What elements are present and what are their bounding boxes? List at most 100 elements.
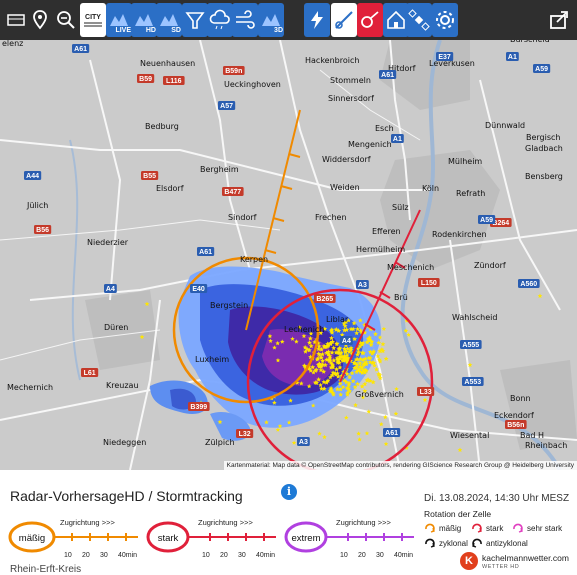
cyclonic-arrow-icon bbox=[425, 538, 435, 548]
city-label: Bergheim bbox=[200, 165, 239, 174]
rotation-arrow-icon bbox=[425, 523, 435, 533]
city-label: Bedburg bbox=[145, 122, 179, 131]
road-label: A59 bbox=[535, 66, 548, 73]
kachelmann-logo[interactable]: K bbox=[460, 552, 478, 570]
city-label: Widdersdorf bbox=[322, 155, 371, 164]
road-label: B56n bbox=[507, 422, 524, 429]
tick-label: 40min bbox=[394, 552, 414, 559]
toolbar-button-label: HD bbox=[145, 27, 156, 34]
lightning-button[interactable] bbox=[304, 3, 330, 37]
city-label: Mülheim bbox=[448, 157, 482, 166]
location-button[interactable] bbox=[27, 3, 53, 37]
road-label: A61 bbox=[74, 46, 87, 53]
road-label: B55 bbox=[143, 173, 156, 180]
wind-button[interactable] bbox=[232, 3, 258, 37]
tick-label: 40min bbox=[256, 552, 276, 559]
city-label-icon: CITY bbox=[84, 14, 102, 27]
city-label: elenz bbox=[2, 40, 23, 48]
direction-label: Zugrichtung >>> bbox=[60, 518, 115, 527]
legend-level-strong: stark Zugrichtung >>> 10 20 30 40min bbox=[146, 518, 276, 563]
road-label: L61 bbox=[84, 370, 96, 377]
road-label: B59n bbox=[225, 68, 242, 75]
rotation-moderate: mäßig bbox=[424, 522, 461, 534]
legend-level-label: stark bbox=[158, 533, 179, 544]
location-pin-icon bbox=[33, 10, 47, 30]
road-label: B59 bbox=[139, 76, 152, 83]
legend-level-moderate: mäßig Zugrichtung >>> 10 20 30 40min bbox=[8, 518, 138, 563]
city-label: Liblar bbox=[326, 315, 349, 324]
road-label: A553 bbox=[464, 379, 481, 386]
tick-label: 10 bbox=[340, 552, 348, 559]
city-toggle-button[interactable]: CITY bbox=[80, 3, 106, 37]
layers-button[interactable] bbox=[3, 3, 29, 37]
city-label: Luxheim bbox=[195, 355, 229, 364]
city-label: Hermülheim bbox=[356, 245, 405, 254]
city-label: Zülpich bbox=[205, 438, 235, 447]
road-label: A61 bbox=[381, 72, 394, 79]
city-label: Bad H bbox=[520, 431, 544, 440]
hail-button[interactable] bbox=[182, 3, 208, 37]
storm-rotation-icon bbox=[361, 11, 379, 28]
city-label: Mengenich bbox=[348, 140, 392, 149]
city-label: Bergstein bbox=[210, 301, 248, 310]
city-label: Sinnersdorf bbox=[328, 94, 374, 103]
settings-button[interactable] bbox=[432, 3, 458, 37]
city-label: Niedeggen bbox=[103, 438, 146, 447]
radar-sd-button[interactable]: SD bbox=[156, 3, 182, 37]
road-label: B477 bbox=[224, 189, 241, 196]
city-label: Rodenkirchen bbox=[432, 230, 487, 239]
city-label: Meschenich bbox=[387, 263, 434, 272]
radar-3d-button[interactable]: 3D bbox=[258, 3, 284, 37]
satellite-button[interactable] bbox=[406, 3, 432, 37]
city-label: Ueckinghoven bbox=[224, 80, 281, 89]
forecast-date: Di. 13.08.2024, 14:30 Uhr MESZ bbox=[424, 493, 570, 504]
storm-rotation-button[interactable] bbox=[357, 3, 383, 37]
map-attribution: Kartenmaterial: Map data © OpenStreetMap… bbox=[223, 461, 577, 470]
brand-name[interactable]: kachelmannwetter.com bbox=[482, 553, 569, 563]
radar-map[interactable]: elenz Neuenhausen Hackenbroich Hitdorf Lever… bbox=[0, 40, 577, 470]
road-label: A61 bbox=[199, 249, 212, 256]
legend-panel: Radar-VorhersageHD / Stormtracking i mäß… bbox=[0, 470, 577, 575]
road-label: L32 bbox=[239, 431, 251, 438]
direction-label: Zugrichtung >>> bbox=[336, 518, 391, 527]
city-label: Stommeln bbox=[330, 76, 371, 85]
precip-type-button[interactable] bbox=[207, 3, 233, 37]
stormtracking-button[interactable] bbox=[331, 3, 357, 37]
city-label: Efferen bbox=[372, 227, 401, 236]
house-warning-icon bbox=[387, 10, 405, 29]
city-label: Gladbach bbox=[525, 144, 563, 153]
rotation-very-strong: sehr stark bbox=[512, 522, 562, 534]
rotation-label: stark bbox=[486, 523, 504, 533]
info-icon[interactable]: i bbox=[281, 484, 297, 500]
road-label: L116 bbox=[166, 78, 182, 85]
city-label: Hackenbroich bbox=[305, 56, 359, 65]
city-label: Düren bbox=[104, 323, 128, 332]
toolbar-button-label: 3D bbox=[274, 27, 283, 34]
city-label: Lechenich bbox=[284, 325, 324, 334]
city-label: Weiden bbox=[330, 183, 360, 192]
live-radar-button[interactable]: LIVE bbox=[106, 3, 132, 37]
share-icon bbox=[550, 11, 568, 29]
radar-hd-button[interactable]: HD bbox=[131, 3, 157, 37]
city-label: Kreuzau bbox=[106, 381, 139, 390]
road-label: A3 bbox=[299, 439, 308, 446]
map-canvas[interactable]: elenzNeuenhausen HackenbroichHitdorfLever… bbox=[0, 40, 577, 470]
tick-label: 40min bbox=[118, 552, 138, 559]
road-label: A4 bbox=[106, 286, 115, 293]
direction-label: Zugrichtung >>> bbox=[198, 518, 253, 527]
legend-level-label: extrem bbox=[291, 533, 320, 544]
road-label: A3 bbox=[358, 282, 367, 289]
toolbar-button-label: LIVE bbox=[115, 27, 131, 34]
rotation-anticyclonic: antizyklonal bbox=[471, 537, 528, 549]
city-label: Wahlscheid bbox=[452, 313, 497, 322]
zoom-out-button[interactable] bbox=[53, 3, 79, 37]
city-label: Dünnwald bbox=[485, 121, 525, 130]
share-button[interactable] bbox=[546, 3, 572, 37]
city-label: Kerpen bbox=[240, 255, 268, 264]
toolbar-button-label: SD bbox=[171, 27, 181, 34]
road-label: A44 bbox=[26, 173, 39, 180]
city-label: Refrath bbox=[456, 189, 485, 198]
rotation-arrow-icon bbox=[472, 523, 482, 533]
road-label: A57 bbox=[220, 103, 233, 110]
tick-label: 30 bbox=[238, 552, 246, 559]
